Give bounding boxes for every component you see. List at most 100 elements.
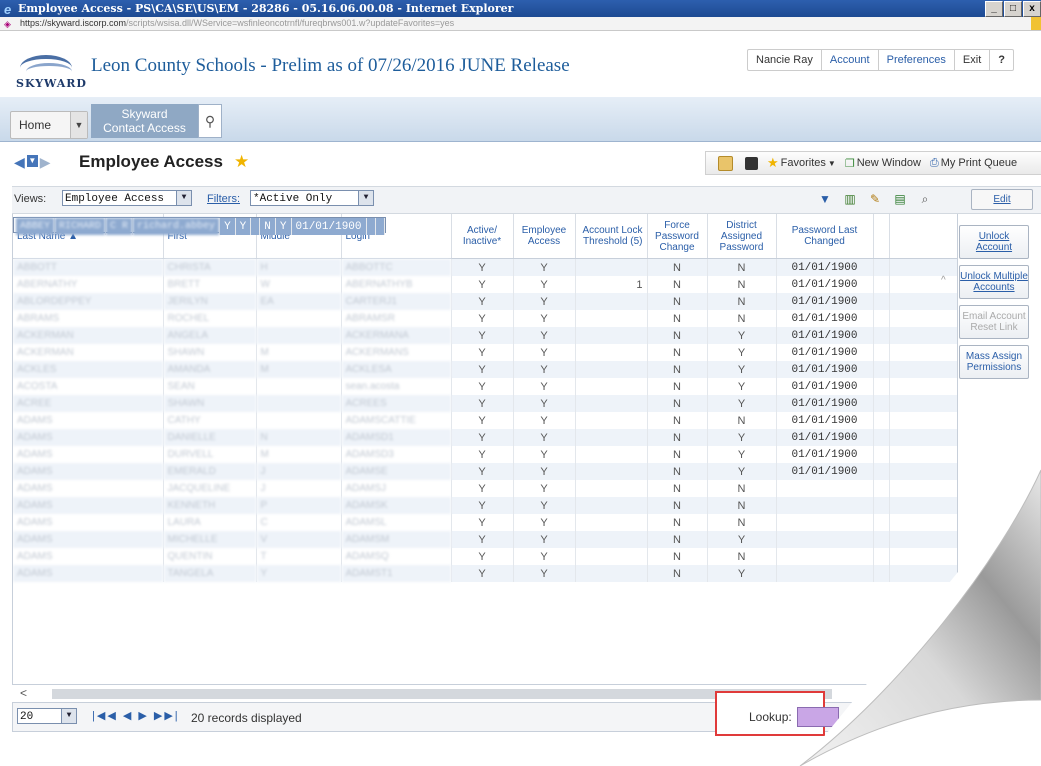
cell-middle: W xyxy=(256,276,342,293)
table-row[interactable]: ABERNATHY BRETT W ABERNATHYB Y Y 1 N N 01/01/1900 xyxy=(13,276,957,293)
cell-login: CARTERJ1 xyxy=(341,293,452,310)
search-icon[interactable]: ⚲ xyxy=(198,104,222,138)
print-queue-button[interactable]: My Print Queue xyxy=(941,157,1017,169)
favorite-star-icon[interactable]: ★ xyxy=(234,152,249,172)
col-active[interactable]: Active/ Inactive* xyxy=(451,214,514,259)
cell-first: RICHARD xyxy=(54,218,107,235)
unlock-account-button[interactable]: Unlock Account xyxy=(959,225,1029,259)
table-row[interactable]: ADAMS DURVELL M ADAMSD3 Y Y N Y 01/01/1900 xyxy=(13,446,957,463)
table-row[interactable]: ADAMS EMERALD J ADAMSE Y Y N Y 01/01/1900 xyxy=(13,463,957,480)
vertical-scrollbar[interactable]: ^ xyxy=(938,275,954,665)
col-lock-threshold[interactable]: Account Lock Threshold (5) xyxy=(575,214,648,259)
cell-force-password: N xyxy=(647,531,708,548)
cell-lock-threshold xyxy=(575,361,648,378)
table-row[interactable]: ABRAMS ROCHEL ABRAMSR Y Y N N 01/01/1900 xyxy=(13,310,957,327)
edit-pencil-icon[interactable]: ✎ xyxy=(868,192,882,206)
new-window-button[interactable]: New Window xyxy=(857,157,921,169)
cell-force-password: N xyxy=(647,310,708,327)
cell-first: SEAN xyxy=(163,378,257,395)
scroll-up-icon[interactable]: ^ xyxy=(941,275,946,286)
forward-arrow-icon[interactable]: ▶ xyxy=(40,155,51,169)
table-row[interactable]: ADAMS JACQUELINE J ADAMSJ Y Y N N xyxy=(13,480,957,497)
security-lock-icon[interactable] xyxy=(1031,17,1041,30)
cell-employee-access: Y xyxy=(235,218,252,235)
lookup-label: Lookup: xyxy=(749,710,792,724)
camera-icon[interactable] xyxy=(745,156,758,170)
back-arrow-icon[interactable]: ◀ xyxy=(14,155,25,169)
filters-select[interactable]: *Active Only ▼ xyxy=(250,190,374,206)
address-url[interactable]: https://skyward.iscorp.com/scripts/wsisa… xyxy=(20,17,454,30)
table-row[interactable]: ABBEY RICHARD C Rrichard.abbey Y Y N Y 01/01/19… xyxy=(13,217,386,235)
cell-district-password: N xyxy=(707,497,777,514)
cell-spacer xyxy=(873,446,890,463)
table-row[interactable]: ADAMS QUENTIN T ADAMSQ Y Y N N xyxy=(13,548,957,565)
favorites-menu[interactable]: Favorites xyxy=(781,157,826,169)
col-password-changed[interactable]: Password Last Changed xyxy=(776,214,874,259)
cell-first: QUENTIN xyxy=(163,548,257,565)
history-dropdown-icon[interactable]: ▼ xyxy=(26,155,38,167)
mass-assign-button[interactable]: Mass Assign Permissions xyxy=(959,345,1029,379)
table-row[interactable]: ACKLES AMANDA M ACKLESA Y Y N Y 01/01/1900 xyxy=(13,361,957,378)
table-row[interactable]: ABBOTT CHRISTA H ABBOTTC Y Y N N 01/01/1900 xyxy=(13,259,957,276)
table-row[interactable]: ADAMS KENNETH P ADAMSK Y Y N N xyxy=(13,497,957,514)
table-row[interactable]: ACKERMAN SHAWN M ACKERMANS Y Y N Y 01/01/1900 xyxy=(13,344,957,361)
export-icon[interactable]: ▤ xyxy=(893,192,907,206)
col-employee-access[interactable]: Employee Access xyxy=(513,214,576,259)
filter-funnel-icon[interactable]: ▼ xyxy=(818,192,832,206)
close-button[interactable]: x xyxy=(1023,1,1041,17)
scroll-left-icon[interactable]: < xyxy=(20,686,27,700)
cell-middle: H xyxy=(256,259,342,276)
chevron-down-icon[interactable]: ▼ xyxy=(70,112,87,138)
page-size-select[interactable]: 20 ▼ xyxy=(17,708,77,724)
cell-force-password: N xyxy=(647,463,708,480)
cell-district-password: Y xyxy=(707,327,777,344)
maximize-button[interactable]: □ xyxy=(1004,1,1022,17)
cell-first: EMERALD xyxy=(163,463,257,480)
unlock-multiple-button[interactable]: Unlock Multiple Accounts xyxy=(959,265,1029,299)
chevron-down-icon: ▼ xyxy=(176,191,191,205)
account-link[interactable]: Account xyxy=(822,50,879,70)
table-row[interactable]: ABLORDEPPEY JERILYN EA CARTERJ1 Y Y N N 01/01/19… xyxy=(13,293,957,310)
help-button[interactable]: ? xyxy=(990,50,1013,70)
exit-link[interactable]: Exit xyxy=(955,50,991,70)
cell-spacer xyxy=(873,259,890,276)
cell-employee-access: Y xyxy=(513,276,576,293)
side-actions: Unlock Account Unlock Multiple Accounts … xyxy=(959,225,1031,385)
table-row[interactable]: ACOSTA SEAN sean.acosta Y Y N Y 01/01/1900 xyxy=(13,378,957,395)
edit-button[interactable]: Edit xyxy=(971,189,1033,210)
home-button[interactable]: Home ▼ xyxy=(10,111,88,139)
minimize-button[interactable]: _ xyxy=(985,1,1003,17)
filters-link[interactable]: Filters: xyxy=(207,193,240,205)
pager-controls[interactable]: |◀◀ ◀ ▶ ▶▶| xyxy=(92,709,180,722)
url-host: https://skyward.iscorp.com xyxy=(20,18,127,28)
cell-force-password: N xyxy=(647,514,708,531)
print-preview-icon[interactable]: ⌕ xyxy=(918,192,932,206)
favorites-chevron-icon[interactable]: ▼ xyxy=(828,159,836,168)
views-select[interactable]: Employee Access ▼ xyxy=(62,190,192,206)
cell-active: Y xyxy=(451,361,514,378)
table-row[interactable]: ADAMS MICHELLE V ADAMSM Y Y N Y xyxy=(13,531,957,548)
cell-login: ADAMSL xyxy=(341,514,452,531)
cell-employee-access: Y xyxy=(513,310,576,327)
edit-note-icon[interactable] xyxy=(718,155,733,171)
table-row[interactable]: ACKERMAN ANGELA ACKERMANA Y Y N Y 01/01/1900 xyxy=(13,327,957,344)
cell-employee-access: Y xyxy=(513,514,576,531)
table-row[interactable]: ADAMS CATHY ADAMSCATTIE Y Y N N 01/01/1900 xyxy=(13,412,957,429)
tab-skyward-contact-access[interactable]: Skyward Contact Access xyxy=(91,104,198,138)
table-row[interactable]: ADAMS LAURA C ADAMSL Y Y N N xyxy=(13,514,957,531)
address-bar[interactable]: ◈ https://skyward.iscorp.com/scripts/wsi… xyxy=(0,17,1041,31)
email-reset-link-button[interactable]: Email Account Reset Link xyxy=(959,305,1029,339)
table-row[interactable]: ADAMS DANIELLE N ADAMSD1 Y Y N Y 01/01/1900 xyxy=(13,429,957,446)
col-force-password[interactable]: Force Password Change xyxy=(647,214,708,259)
lookup-input[interactable] xyxy=(797,707,839,727)
cell-employee-access: Y xyxy=(513,565,576,582)
chart-icon[interactable]: ▥ xyxy=(843,192,857,206)
preferences-link[interactable]: Preferences xyxy=(879,50,955,70)
chevron-down-icon: ▼ xyxy=(358,191,373,205)
cell-first: DURVELL xyxy=(163,446,257,463)
col-district-password[interactable]: District Assigned Password xyxy=(707,214,777,259)
table-row[interactable]: ACREE SHAWN ACREES Y Y N Y 01/01/1900 xyxy=(13,395,957,412)
cell-district-password: Y xyxy=(707,395,777,412)
cell-password-changed: 01/01/1900 xyxy=(776,310,874,327)
table-row[interactable]: ADAMS TANGELA Y ADAMST1 Y Y N Y xyxy=(13,565,957,582)
